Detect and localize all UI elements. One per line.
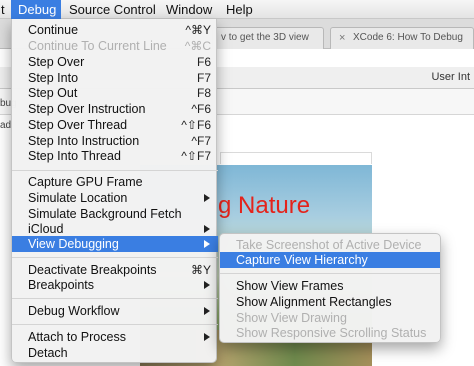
submenu-arrow-icon [204,194,210,202]
submenu-arrow-icon [204,240,210,248]
menu-item-label: Step Into [28,71,79,85]
menu-item-step-into[interactable]: Step Into F7 [12,70,218,86]
shortcut-label: ^⌘C [184,39,211,53]
menu-item-attach-to-process[interactable]: Attach to Process [12,329,218,345]
menu-item-view-debugging[interactable]: View Debugging [12,236,218,252]
tab-xcode-debug[interactable]: × XCode 6: How To Debug [330,27,474,49]
menu-item-label: Simulate Background Fetch [28,207,182,221]
submenu-item-label: Show View Frames [236,279,344,293]
submenu-arrow-icon [204,281,210,289]
submenu-arrow-icon [204,333,210,341]
debug-menu: Continue ^⌘Y Continue To Current Line ^⌘… [11,19,218,363]
menu-item-step-into-instruction[interactable]: Step Into Instruction ^F7 [12,133,218,149]
menu-item-label: Step Into Thread [28,149,121,163]
menu-item-label: iCloud [28,222,64,236]
menu-item-step-out[interactable]: Step Out F8 [12,85,218,101]
canvas-frame [220,152,372,164]
submenu-item-show-view-drawing[interactable]: Show View Drawing [220,310,440,326]
submenu-item-capture-view-hierarchy[interactable]: Capture View Hierarchy [220,252,440,268]
menu-item-step-over[interactable]: Step Over F6 [12,54,218,70]
menu-item-debug-workflow[interactable]: Debug Workflow [12,303,218,319]
submenu-item-label: Show View Drawing [236,311,347,325]
shortcut-label: ^F7 [191,134,211,148]
menu-item-deactivate-breakpoints[interactable]: Deactivate Breakpoints ⌘Y [12,262,218,278]
menu-item-label: Detach [28,346,68,360]
menu-item-step-into-thread[interactable]: Step Into Thread ^⇧F7 [12,148,218,164]
submenu-arrow-icon [204,307,210,315]
shortcut-label: F6 [196,55,211,69]
submenu-arrow-icon [204,225,210,233]
menu-item-continue[interactable]: Continue ^⌘Y [12,22,218,38]
menu-separator [12,298,218,299]
menu-item-label: Simulate Location [28,191,128,205]
app-title-label: g Nature [218,192,311,219]
submenu-item-label: Show Responsive Scrolling Status [236,326,427,340]
tab-label: XCode 6: How To Debug [353,32,463,43]
menu-item-label: Step Over [28,55,85,69]
close-icon[interactable]: × [339,28,345,48]
menu-separator [220,273,440,274]
menu-separator [12,324,218,325]
menu-item-label: Deactivate Breakpoints [28,263,157,277]
menu-item-icloud[interactable]: iCloud [12,221,218,237]
menu-item-simulate-location[interactable]: Simulate Location [12,190,218,206]
menu-item-capture-gpu-frame[interactable]: Capture GPU Frame [12,174,218,190]
menu-debug[interactable]: Debug [11,0,61,19]
view-debugging-submenu: Take Screenshot of Active Device Capture… [219,233,441,343]
shortcut-label: F8 [196,86,211,100]
menu-edit-partial[interactable]: t [0,0,9,19]
shortcut-label: ⌘Y [190,263,211,277]
menu-item-label: View Debugging [28,237,119,251]
submenu-item-label: Capture View Hierarchy [236,253,368,267]
menu-bar: t Debug Source Control Window Help [0,0,474,19]
submenu-item-show-view-frames[interactable]: Show View Frames [220,278,440,294]
menu-item-label: Breakpoints [28,278,95,292]
menu-item-label: Debug Workflow [28,304,120,318]
tab-3d-view[interactable]: v to get the 3D view [212,27,324,49]
shortcut-label: F7 [196,71,211,85]
menu-item-step-over-thread[interactable]: Step Over Thread ^⇧F6 [12,117,218,133]
menu-separator [12,257,218,258]
submenu-item-label: Show Alignment Rectangles [236,295,392,309]
submenu-item-label: Take Screenshot of Active Device [236,238,422,252]
submenu-item-take-screenshot[interactable]: Take Screenshot of Active Device [220,237,440,253]
menu-item-label: Continue [28,23,79,37]
menu-item-label: Step Over Instruction [28,102,146,116]
menu-item-simulate-background-fetch[interactable]: Simulate Background Fetch [12,206,218,222]
menu-item-continue-to-current-line[interactable]: Continue To Current Line ^⌘C [12,38,218,54]
navigator-edge-text-2: ad [0,120,12,131]
shortcut-label: ^⇧F7 [181,149,211,163]
shortcut-label: ^F6 [191,102,211,116]
menu-item-detach[interactable]: Detach [12,345,218,361]
submenu-item-show-responsive-scrolling-status[interactable]: Show Responsive Scrolling Status [220,325,440,341]
menu-source-control[interactable]: Source Control [69,0,159,19]
menu-item-label: Attach to Process [28,330,126,344]
menu-item-label: Capture GPU Frame [28,175,143,189]
menu-item-step-over-instruction[interactable]: Step Over Instruction ^F6 [12,101,218,117]
shortcut-label: ^⇧F6 [181,118,211,132]
shortcut-label: ^⌘Y [185,23,211,37]
submenu-item-show-alignment-rectangles[interactable]: Show Alignment Rectangles [220,294,440,310]
menu-help[interactable]: Help [226,0,256,19]
menu-item-breakpoints[interactable]: Breakpoints [12,277,218,293]
menu-separator [12,170,218,171]
menu-item-label: Step Into Instruction [28,134,140,148]
tab-label: v to get the 3D view [221,32,309,43]
menu-item-label: Step Over Thread [28,118,128,132]
menu-window[interactable]: Window [166,0,216,19]
user-interface-label: User Int [431,71,470,83]
menu-item-label: Step Out [28,86,78,100]
menu-item-label: Continue To Current Line [28,39,167,53]
